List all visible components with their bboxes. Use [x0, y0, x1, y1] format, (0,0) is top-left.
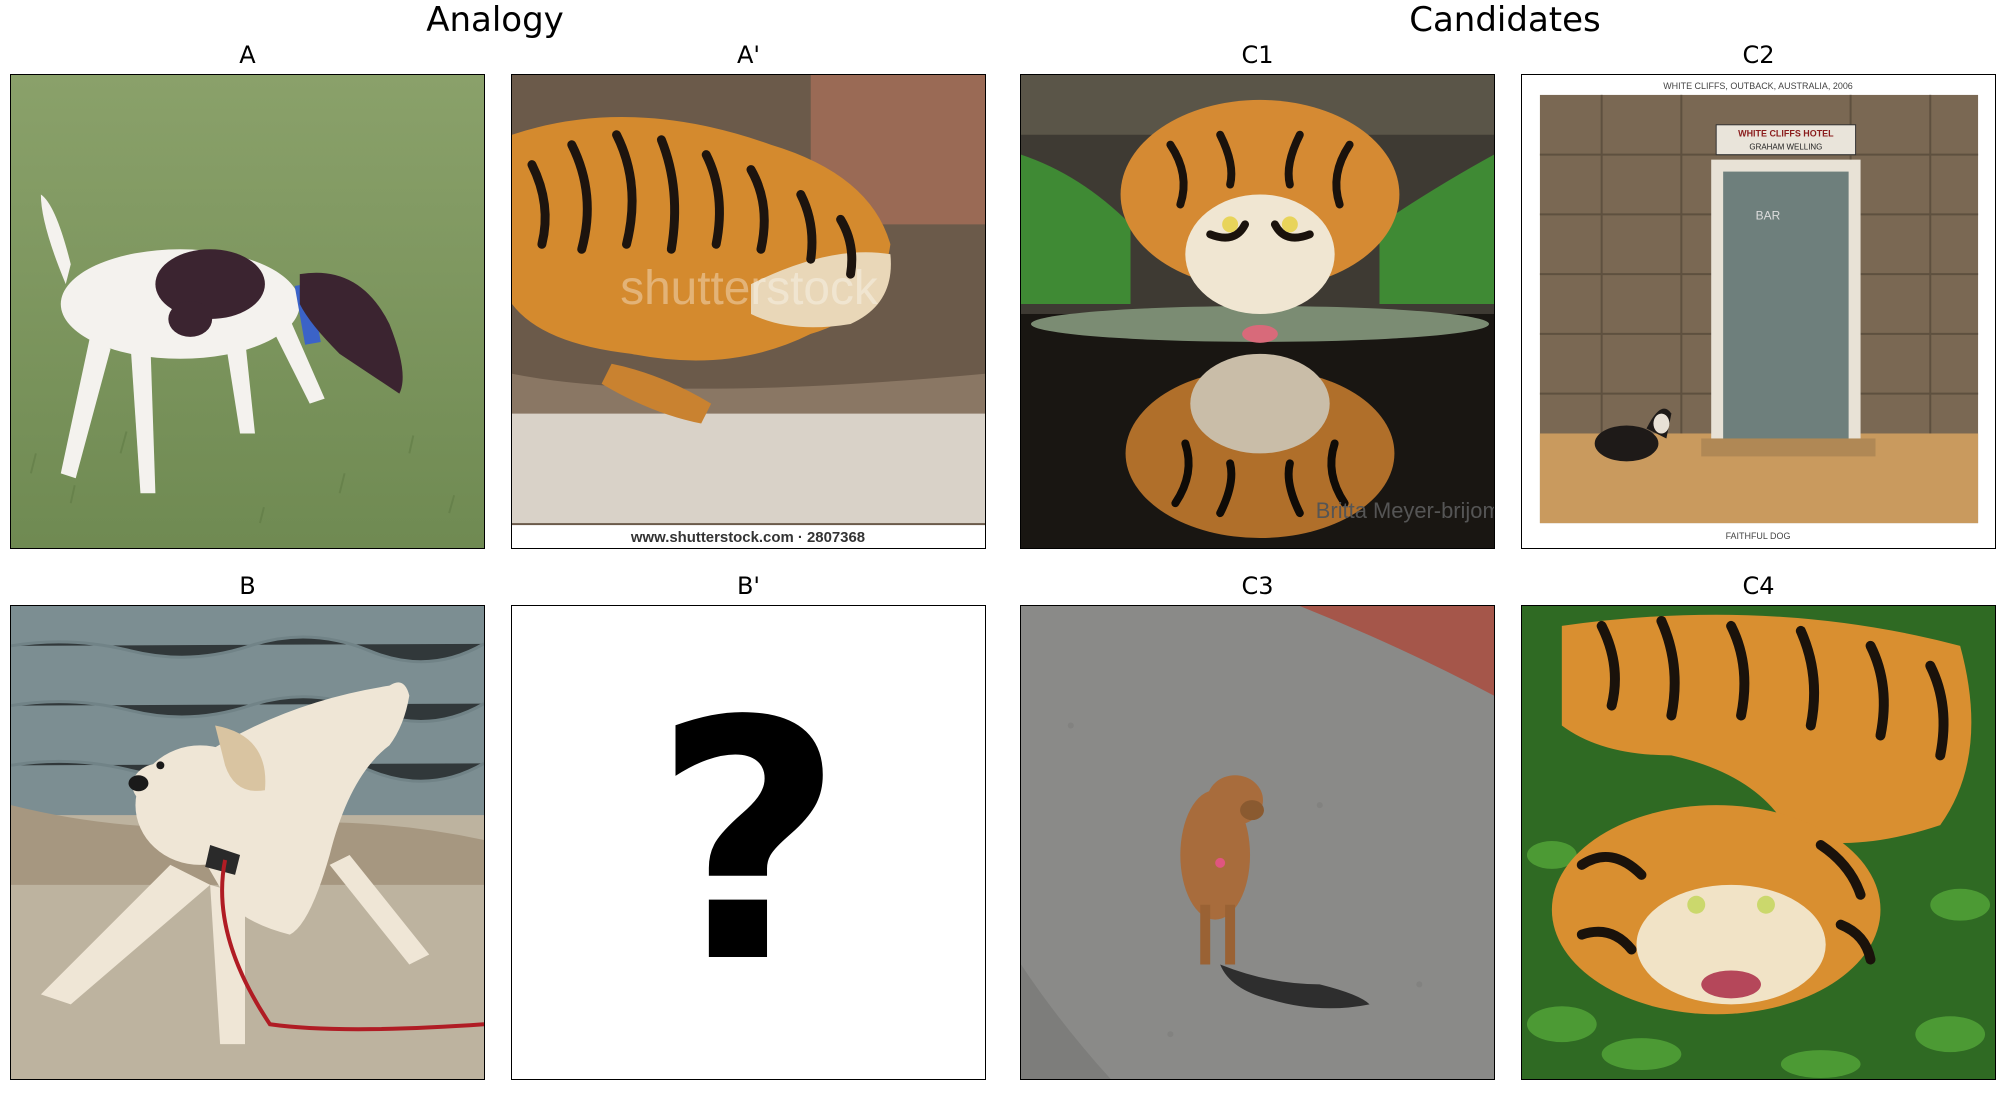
panel-label-c2: C2 [1742, 41, 1775, 69]
sign-hotel-line1: WHITE CLIFFS HOTEL [1738, 129, 1834, 139]
question-mark-icon: ? [652, 650, 845, 1035]
panel-label-a: A [239, 41, 256, 69]
analogy-header: Analogy [426, 0, 564, 40]
tiger-drinking-picture: shutterstock www.shutterstock.com · 2807… [512, 75, 985, 548]
panel-c2-image: WHITE CLIFFS HOTEL GRAHAM WELLING BAR WH… [1521, 74, 1996, 549]
panel-label-c3: C3 [1241, 572, 1274, 600]
sign-hotel-line2: GRAHAM WELLING [1749, 143, 1822, 152]
panel-label-b-prime: B' [736, 572, 761, 600]
caption-top: WHITE CLIFFS, OUTBACK, AUSTRALIA, 2006 [1663, 81, 1853, 91]
labrador-beach-picture [11, 606, 484, 1079]
signature-britta: Britta Meyer-brijome [1316, 498, 1494, 523]
panel-a-image [10, 74, 485, 549]
panel-label-b: B [239, 572, 256, 600]
panel-c3-image [1020, 605, 1495, 1080]
watermark-caption: www.shutterstock.com · 2807368 [630, 529, 865, 546]
panel-label-a-prime: A' [736, 41, 760, 69]
panel-label-c4: C4 [1742, 572, 1775, 600]
watermark-shutterstock: shutterstock [620, 262, 878, 315]
panel-c4-image [1521, 605, 1996, 1080]
panel-label-c1: C1 [1241, 41, 1274, 69]
tiger-lying-picture [1522, 606, 1995, 1079]
dog-on-grass-picture [11, 75, 484, 548]
caption-bottom: FAITHFUL DOG [1726, 531, 1791, 541]
candidates-header: Candidates [1409, 0, 1601, 40]
panel-a-prime-image: shutterstock www.shutterstock.com · 2807… [511, 74, 986, 549]
panel-c1-image: Britta Meyer-brijome [1020, 74, 1495, 549]
panel-b-prime-placeholder: ? [511, 605, 986, 1080]
tiger-reflection-picture: Britta Meyer-brijome [1021, 75, 1494, 548]
panel-b-image [10, 605, 485, 1080]
dog-by-door-picture: WHITE CLIFFS HOTEL GRAHAM WELLING BAR WH… [1522, 75, 1995, 548]
door-text-bar: BAR [1756, 208, 1781, 222]
dog-on-pavement-picture [1021, 606, 1494, 1079]
